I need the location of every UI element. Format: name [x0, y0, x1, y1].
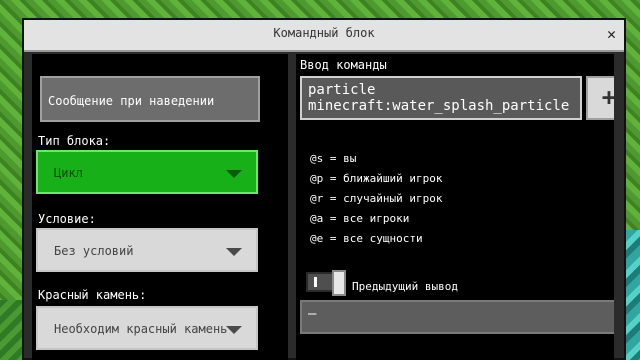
chevron-down-icon: [226, 170, 242, 178]
block-type-value: Цикл: [54, 166, 83, 180]
close-icon[interactable]: ✕: [607, 25, 616, 43]
help-line: @e = все сущности: [310, 232, 423, 245]
redstone-label: Красный камень:: [38, 288, 147, 302]
command-input-label: Ввод команды: [300, 58, 387, 72]
toggle-knob: [332, 270, 346, 296]
chevron-down-icon: [226, 326, 242, 334]
previous-output-label: Предыдущий вывод: [352, 280, 458, 293]
condition-value: Без условий: [54, 244, 134, 258]
chevron-down-icon: [226, 248, 242, 256]
redstone-dropdown[interactable]: Необходим красный камень: [36, 306, 258, 350]
command-line-1: particle: [308, 82, 376, 98]
left-panel: Сообщение при наведении Тип блока: Цикл …: [32, 54, 288, 360]
help-line: @s = вы: [310, 152, 357, 165]
condition-label: Условие:: [38, 212, 96, 226]
right-panel: Ввод команды particle minecraft:water_sp…: [296, 54, 614, 360]
toggle-mark: [314, 277, 317, 287]
help-line: @r = случайный игрок: [310, 192, 443, 205]
help-line: @a = все игроки: [310, 212, 410, 225]
redstone-value: Необходим красный камень: [54, 322, 228, 336]
previous-output-toggle[interactable]: [306, 270, 346, 296]
command-input[interactable]: particle minecraft:water_splash_particle: [300, 76, 582, 120]
condition-dropdown[interactable]: Без условий: [36, 228, 258, 272]
block-type-label: Тип блока:: [38, 134, 111, 148]
hover-message-input[interactable]: Сообщение при наведении: [40, 76, 260, 122]
window-title: Командный блок: [273, 26, 375, 40]
command-line-2: minecraft:water_splash_particle: [308, 98, 570, 114]
command-block-dialog: Командный блок ✕ Сообщение при наведении…: [22, 18, 626, 360]
block-type-dropdown[interactable]: Цикл: [36, 150, 258, 194]
titlebar: Командный блок ✕: [24, 20, 624, 52]
help-line: @p = ближайший игрок: [310, 172, 443, 185]
add-button[interactable]: +: [586, 76, 614, 120]
previous-output-field: –: [300, 300, 614, 334]
